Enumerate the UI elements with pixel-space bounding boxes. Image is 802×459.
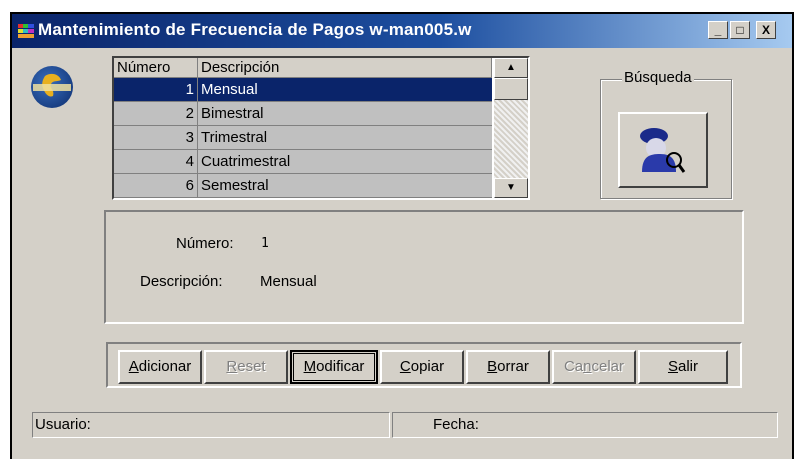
copiar-button[interactable]: Copiar	[380, 350, 464, 384]
globe-icon	[33, 73, 71, 97]
vertical-scrollbar[interactable]: ▲ ▼	[494, 58, 528, 198]
numero-label: Número:	[176, 235, 234, 252]
salir-button[interactable]: Salir	[638, 350, 728, 384]
descripcion-value: Mensual	[260, 273, 317, 290]
scroll-up-button[interactable]: ▲	[494, 58, 528, 78]
table-row[interactable]: 3 Trimestral	[114, 126, 492, 150]
cell-descripcion[interactable]: Mensual	[198, 78, 492, 102]
cell-descripcion[interactable]: Bimestral	[198, 102, 492, 126]
borrar-button[interactable]: Borrar	[466, 350, 550, 384]
cell-numero[interactable]: 3	[114, 126, 198, 150]
detail-panel: Número: 1 Descripción: Mensual	[104, 210, 744, 324]
usuario-label: Usuario:	[35, 416, 91, 433]
table-row[interactable]: 1 Mensual	[114, 78, 492, 102]
title-bar[interactable]: Mantenimiento de Frecuencia de Pagos w-m…	[12, 14, 792, 48]
maximize-button[interactable]: □	[730, 21, 750, 39]
cell-numero[interactable]: 4	[114, 150, 198, 174]
cell-descripcion[interactable]: Semestral	[198, 174, 492, 198]
busqueda-label: Búsqueda	[622, 69, 694, 86]
cell-numero[interactable]: 6	[114, 174, 198, 198]
scroll-thumb[interactable]	[494, 78, 528, 100]
modificar-button[interactable]: Modificar	[290, 350, 378, 384]
cancelar-button[interactable]: Cancelar	[552, 350, 636, 384]
cell-descripcion[interactable]: Cuatrimestral	[198, 150, 492, 174]
scroll-down-button[interactable]: ▼	[494, 178, 528, 198]
table-row[interactable]: 4 Cuatrimestral	[114, 150, 492, 174]
cell-descripcion[interactable]: Trimestral	[198, 126, 492, 150]
app-window: Mantenimiento de Frecuencia de Pagos w-m…	[10, 12, 794, 459]
minimize-button[interactable]: _	[708, 21, 728, 39]
app-icon	[18, 24, 34, 38]
cell-numero[interactable]: 1	[114, 78, 198, 102]
status-fecha: Fecha:	[392, 412, 778, 438]
company-globe-logo	[31, 66, 73, 108]
table-row[interactable]: 6 Semestral	[114, 174, 492, 198]
search-button[interactable]	[618, 112, 708, 188]
adicionar-button[interactable]: Adicionar	[118, 350, 202, 384]
reset-button[interactable]: Reset	[204, 350, 288, 384]
numero-value: 1	[261, 236, 269, 251]
column-header-descripcion[interactable]: Descripción	[198, 58, 492, 78]
fecha-label: Fecha:	[433, 416, 479, 433]
button-bar: Adicionar Reset Modificar Copiar Borrar …	[106, 342, 742, 388]
detective-search-icon	[640, 128, 686, 173]
close-button[interactable]: X	[756, 21, 776, 39]
status-usuario: Usuario:	[32, 412, 390, 438]
cell-numero[interactable]: 2	[114, 102, 198, 126]
window-title: Mantenimiento de Frecuencia de Pagos w-m…	[38, 20, 472, 39]
table-row[interactable]: 2 Bimestral	[114, 102, 492, 126]
frequency-grid[interactable]: Número Descripción 1 Mensual 2 Bimestral…	[112, 56, 530, 200]
descripcion-label: Descripción:	[140, 273, 223, 290]
column-header-numero[interactable]: Número	[114, 58, 198, 78]
